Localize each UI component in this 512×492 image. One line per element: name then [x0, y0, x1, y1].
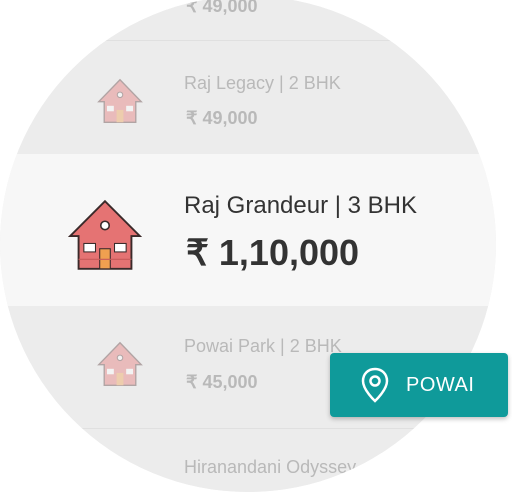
listing-price: ₹ 49,000 [186, 0, 258, 16]
location-label: POWAI [406, 373, 475, 396]
listing-price: ₹ 49,000 [186, 108, 258, 128]
location-button[interactable]: POWAI [330, 353, 508, 417]
listing-price: ₹ 1,10,000 [186, 232, 360, 273]
house-icon [97, 341, 143, 386]
listing-title: Hiranandani Odyssey [184, 457, 357, 477]
listing-title: Raj Grandeur | 3 BHK [184, 192, 418, 219]
listing-title: Powai Park | 2 BHK [184, 336, 342, 356]
listing-title: Raj Legacy | 2 BHK [184, 73, 341, 93]
house-icon [68, 199, 142, 270]
listing-row-2-active[interactable]: Raj Grandeur | 3 BHK ₹ 1,10,000 [0, 154, 496, 306]
listing-row-1[interactable]: Raj Legacy | 2 BHK ₹ 49,000 [0, 41, 496, 154]
map-pin-icon [361, 367, 389, 403]
house-icon [97, 78, 143, 123]
listing-price: ₹ 45,000 [186, 372, 258, 392]
listing-row-4[interactable]: Hiranandani Odyssey [0, 429, 496, 492]
listing-carousel[interactable]: ₹ 49,000 Raj Legacy | 2 BHK ₹ 49,000 Raj… [0, 0, 496, 492]
